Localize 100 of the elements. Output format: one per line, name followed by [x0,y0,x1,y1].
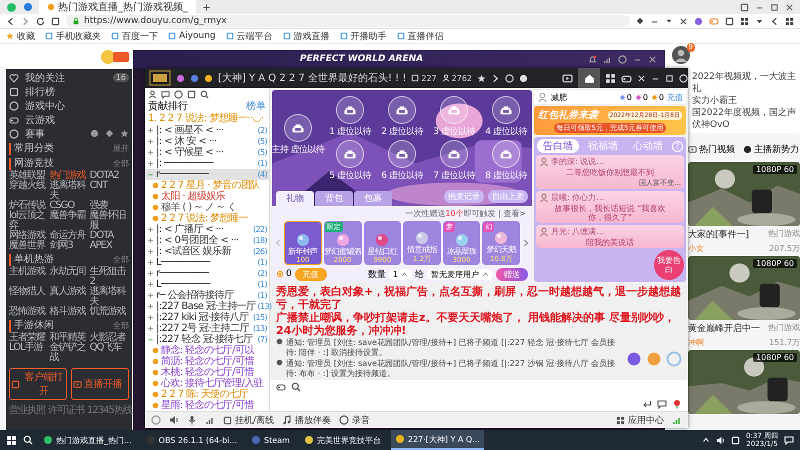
toolbar-button[interactable]: 录音 [339,414,370,426]
category-link[interactable]: 魔兽怀旧服 [90,211,129,231]
maximize-icon[interactable] [770,2,779,12]
category-link[interactable]: 主机游戏 [9,267,48,287]
channel-row[interactable]: r───────── (4) [145,169,269,180]
seat-button[interactable] [284,114,312,142]
category-link[interactable]: 魔兽世界 [9,241,48,251]
message-card[interactable]: 月光: 八缠满… 陪我的美说话 [536,225,684,248]
video-title[interactable]: 大家的[事件一] [688,228,750,241]
category-link[interactable]: CNT [90,181,129,201]
category-link[interactable]: lol云顶之弈 [9,211,48,231]
channel-row[interactable]: r───────── (2) [145,268,269,279]
taskbar-app[interactable]: 热门游戏直播_热门... [39,430,136,450]
channel-row[interactable]: |: < 守候星 < ··· (5) [145,147,269,158]
flower-icon[interactable] [672,399,682,409]
notification-icon[interactable] [784,435,794,445]
category-link[interactable]: 剑网3 [49,241,89,251]
dropdown-icon[interactable] [665,17,673,25]
member-row[interactable]: 木桃: 轻念の七厅/可惜 [145,367,269,378]
category-link[interactable]: 格斗游戏 [49,307,89,317]
bookmark-link[interactable]: 开播助手 [340,30,387,42]
section-link[interactable]: 全部 [113,158,129,170]
category-link[interactable]: 逃离塔科夫 [49,181,89,201]
volume-icon[interactable] [716,436,726,444]
member-row[interactable]: 心欢: 接待七厅管理/入驻 [145,378,269,389]
board-icon[interactable] [605,72,616,84]
nav-label[interactable]: 赛事 [25,126,84,140]
forward-icon[interactable] [21,16,30,26]
channel-row[interactable]: |:227 Base 冠·主持一厅 (13) [145,301,269,312]
bookmark-link[interactable]: 云端平台 [226,30,273,42]
category-link[interactable]: 永劫无间 [49,267,89,287]
category-link[interactable]: 和平精英 [49,333,89,343]
bookmark-link[interactable]: 收藏 [6,30,35,42]
close-icon[interactable] [785,2,794,12]
toolbar-button[interactable]: 播放伴奏 [282,414,332,426]
enter-icon[interactable] [642,399,652,409]
category-link[interactable]: 热门游戏 [49,171,89,181]
reload-icon[interactable] [36,16,45,26]
category-link[interactable]: 火影忍者 [90,333,129,343]
category-link[interactable]: CSGO [49,201,89,211]
category-link[interactable]: 怪物猎人 [9,287,48,307]
profile-icon[interactable] [148,90,157,99]
taskbar-app[interactable]: OBS 26.1.1 (64-bi... [142,430,242,450]
member-row[interactable]: 静念: 轻念の七厅/可以 [145,345,269,356]
section-link[interactable]: 全部 [113,320,129,332]
channel-row[interactable]: |: < 沐 安 < ··· (5) [145,136,269,147]
gift-tab[interactable]: 礼物 [276,190,314,206]
member-row[interactable]: 星雨: 轻念の七厅/可惜 [145,400,269,411]
bookmark-link[interactable]: 百度一下 [111,30,158,42]
taskbar-app[interactable]: Steam [247,430,294,450]
category-link[interactable]: 强袭 [90,201,129,211]
address-field[interactable]: https://www.douyu.com/g_rmyx [66,15,630,27]
taskbar-app[interactable]: 完美世界竞技平台 [300,430,385,450]
recharge-link[interactable]: 充值 [667,92,683,102]
channel-row[interactable]: |: < 0号团团全 < ··· (18) [145,235,269,246]
speaker-icon[interactable] [169,415,179,425]
category-link[interactable]: 生死狙击2 [90,267,129,287]
seat-button[interactable] [492,140,520,168]
seat-button[interactable] [440,96,468,124]
star-icon[interactable] [477,74,486,82]
chat-icon[interactable] [657,399,667,409]
category-link[interactable]: 穿越火线 [9,181,48,201]
section-link[interactable]: 全部 [113,254,129,266]
channel-row[interactable]: |: < 画星不 < ··· (2) [145,125,269,136]
category-link[interactable]: 金铲铲之战 [49,343,89,363]
quantity-field[interactable]: 1 [388,268,412,280]
channel-row[interactable]: L───────── (1) [145,279,269,290]
start-icon[interactable] [6,434,17,446]
member-row[interactable]: 太阳 · 超级娱乐 [145,191,269,202]
search-icon[interactable] [200,90,209,99]
game-icon[interactable] [709,16,719,26]
gamepad-icon[interactable] [276,382,286,392]
list-link[interactable]: 榜单 [246,101,266,113]
mixer-icon[interactable] [205,415,215,425]
back-icon[interactable] [6,16,15,26]
apps-icon[interactable] [740,16,749,26]
bookmark-link[interactable]: 游戏直播 [282,30,330,42]
category-link[interactable]: APEX [90,241,129,251]
channel-row[interactable]: L───────── (1) [145,257,269,268]
category-link[interactable]: 王者荣耀 [9,333,48,343]
category-link[interactable]: DOTA [90,231,129,241]
seat-button[interactable] [336,96,364,124]
category-link[interactable]: QQ飞车 [90,343,129,363]
search-icon[interactable] [23,435,33,445]
next-icon[interactable] [522,238,530,247]
category-link[interactable]: DOTA2 [90,171,129,181]
confess-button[interactable]: 我要告白 [654,250,684,280]
toolbar-button[interactable]: 应用中心 [616,414,664,426]
gamepad-icon[interactable] [621,72,632,84]
video-title[interactable]: 黄金巅峰开启中一 [688,322,760,335]
category-link[interactable]: 网络游戏 [9,231,48,241]
signal-icon[interactable] [603,54,612,64]
tab-link[interactable]: 热门视频 [688,143,735,156]
channel-row[interactable]: |: <试音区 娱乐新 (26) [145,246,269,257]
nav-item[interactable]: 云游戏 [9,113,129,126]
category-link[interactable]: 真人游戏 [49,287,89,307]
channel-row[interactable]: |:227 kiki 冠·接待八厅 (15) [145,312,269,323]
channel-row[interactable]: |:227 轻念 冠·接待七厅 (7) [145,334,269,345]
member-row[interactable]: 穆羊 ( ) ~ ノ ~ く [145,202,269,213]
bookmark-link[interactable]: 直播伴侣 [396,30,444,42]
